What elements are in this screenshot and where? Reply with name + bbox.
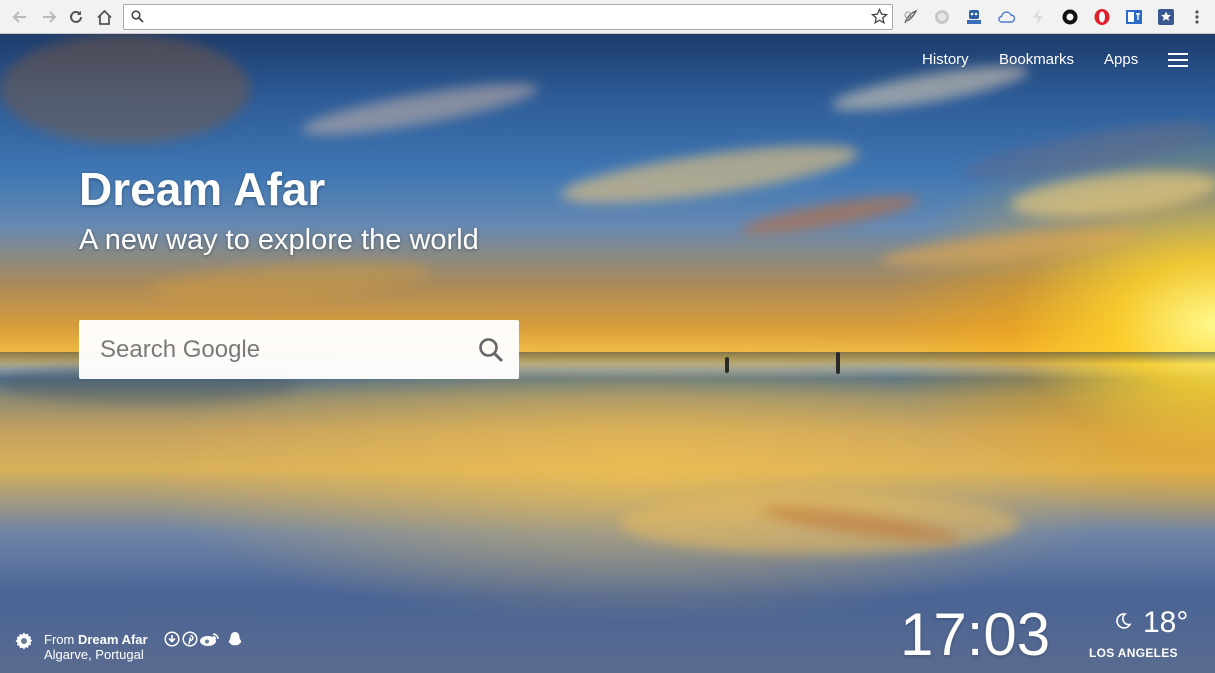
history-link[interactable]: History bbox=[922, 51, 969, 68]
search-icon bbox=[131, 10, 144, 23]
quill-extension-icon[interactable] bbox=[900, 7, 920, 27]
browser-menu-button[interactable] bbox=[1187, 7, 1207, 27]
credit-source-link[interactable]: Dream Afar bbox=[78, 632, 148, 647]
star-icon[interactable] bbox=[871, 8, 888, 25]
gear-icon[interactable] bbox=[14, 631, 34, 651]
black-circle-extension-icon[interactable] bbox=[1060, 7, 1080, 27]
qq-penguin-icon[interactable] bbox=[227, 631, 243, 647]
temperature: 18° bbox=[1143, 606, 1189, 639]
apps-link[interactable]: Apps bbox=[1104, 51, 1138, 68]
photo-credit: From Dream Afar bbox=[44, 632, 148, 647]
weather-city[interactable]: LOS ANGELES bbox=[1089, 646, 1178, 660]
page-subtitle: A new way to explore the world bbox=[79, 224, 479, 256]
browser-toolbar bbox=[0, 0, 1215, 34]
reload-button[interactable] bbox=[64, 5, 88, 29]
search-icon[interactable] bbox=[478, 337, 504, 363]
download-icon[interactable] bbox=[164, 631, 180, 647]
weibo-icon[interactable] bbox=[199, 631, 221, 647]
pinterest-icon[interactable] bbox=[182, 631, 198, 647]
star-box-extension-icon[interactable] bbox=[1156, 7, 1176, 27]
translate-extension-icon[interactable] bbox=[1124, 7, 1144, 27]
forward-button[interactable] bbox=[37, 5, 61, 29]
clock: 17:03 bbox=[900, 601, 1051, 668]
photo-location[interactable]: Algarve, Portugal bbox=[44, 647, 144, 662]
bookmarks-link[interactable]: Bookmarks bbox=[999, 51, 1074, 68]
address-bar[interactable] bbox=[123, 4, 893, 30]
back-button[interactable] bbox=[8, 5, 32, 29]
arrow-left-icon bbox=[12, 11, 26, 23]
hamburger-menu-icon[interactable] bbox=[1168, 53, 1188, 67]
person-silhouette bbox=[725, 357, 729, 373]
opera-extension-icon[interactable] bbox=[1092, 7, 1112, 27]
vertical-dots-icon bbox=[1195, 10, 1199, 24]
address-input[interactable] bbox=[150, 8, 854, 28]
search-input[interactable] bbox=[98, 333, 472, 367]
person-silhouette bbox=[836, 352, 840, 374]
moon-icon bbox=[1116, 613, 1132, 629]
cloud-extension-icon[interactable] bbox=[996, 7, 1016, 27]
home-icon bbox=[96, 9, 112, 25]
page-title: Dream Afar bbox=[79, 163, 326, 215]
home-button[interactable] bbox=[92, 5, 116, 29]
arrow-right-icon bbox=[43, 11, 57, 23]
robot-extension-icon[interactable] bbox=[964, 7, 984, 27]
lightning-extension-icon[interactable] bbox=[1028, 7, 1048, 27]
reload-icon bbox=[70, 10, 82, 23]
gray-circle-extension-icon[interactable] bbox=[932, 7, 952, 27]
credit-from-label: From bbox=[44, 632, 75, 647]
google-search-box[interactable] bbox=[79, 320, 519, 379]
new-tab-page: History Bookmarks Apps Dream Afar A new … bbox=[0, 34, 1215, 673]
